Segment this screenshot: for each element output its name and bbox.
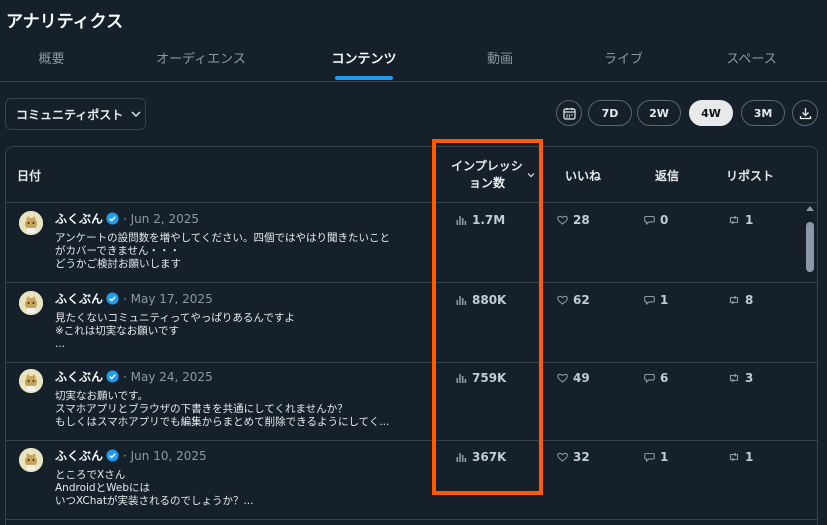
- post-date: · May 17, 2025: [123, 291, 213, 306]
- scrollbar[interactable]: [804, 204, 816, 525]
- reposts-cell: 3: [728, 371, 753, 385]
- tab-bar: 概要 オーディエンス コンテンツ 動画 ライブ スペース: [0, 42, 827, 82]
- post-text[interactable]: アンケートの設問数を増やしてください。四個ではやはり聞きたいこと がカバーできま…: [55, 232, 415, 271]
- repost-icon: [729, 373, 739, 383]
- column-reposts[interactable]: リポスト: [726, 147, 774, 203]
- table-row[interactable]: ふくぶん · May 24, 2025 切実なお願いです。 スマホアプリとブラウ…: [6, 362, 817, 441]
- repost-icon: [729, 295, 739, 305]
- reposts-cell: 1: [728, 213, 753, 227]
- download-button[interactable]: [792, 100, 818, 126]
- toolbar: コミュニティポスト 7D 2W 4W 3M: [0, 96, 827, 132]
- tab-spaces[interactable]: スペース: [676, 42, 827, 81]
- scroll-thumb[interactable]: [806, 222, 814, 272]
- post-author: ふくぶん · Jun 2, 2025: [55, 210, 199, 227]
- avatar-image: [19, 211, 43, 235]
- calendar-button[interactable]: [556, 100, 582, 126]
- replies-cell: 1: [644, 293, 668, 307]
- avatar[interactable]: [19, 291, 43, 315]
- range-3m-button[interactable]: 3M: [741, 100, 785, 126]
- likes-cell: 28: [557, 213, 590, 227]
- calendar-icon: [562, 107, 576, 120]
- avatar-image: [19, 291, 43, 315]
- column-date[interactable]: 日付: [17, 147, 41, 203]
- content-type-dropdown[interactable]: コミュニティポスト: [5, 98, 146, 130]
- reply-bubble-icon: [644, 452, 655, 462]
- scroll-up-arrow[interactable]: [806, 206, 814, 211]
- active-tab-indicator: [335, 76, 393, 80]
- heart-icon: [557, 295, 568, 305]
- reply-bubble-icon: [644, 373, 655, 383]
- post-text[interactable]: 見たくないコミュニティってやっぱりあるんですよ ※これは切実なお願いです ...: [55, 312, 415, 351]
- reposts-cell: 8: [728, 293, 753, 307]
- repost-icon: [729, 215, 739, 225]
- post-date: · Jun 2, 2025: [123, 211, 200, 226]
- replies-cell: 6: [644, 371, 668, 385]
- post-author: ふくぶん · Jun 10, 2025: [55, 447, 207, 464]
- column-replies[interactable]: 返信: [655, 147, 679, 203]
- tab-video[interactable]: 動画: [429, 42, 571, 81]
- reposts-cell: 1: [728, 450, 753, 464]
- dropdown-label: コミュニティポスト: [16, 107, 124, 122]
- author-name[interactable]: ふくぶん: [55, 368, 103, 385]
- download-icon: [799, 107, 811, 119]
- range-2w-button[interactable]: 2W: [637, 100, 681, 126]
- column-likes[interactable]: いいね: [565, 147, 601, 203]
- author-name[interactable]: ふくぶん: [55, 210, 103, 227]
- avatar[interactable]: [19, 448, 43, 472]
- post-author: ふくぶん · May 17, 2025: [55, 290, 213, 307]
- tab-live[interactable]: ライブ: [571, 42, 676, 81]
- table-row[interactable]: ふくぶん · May 17, 2025 見たくないコミュニティってやっぱりあるん…: [6, 284, 817, 363]
- likes-cell: 49: [557, 371, 590, 385]
- table-header: 日付 インプレッシ ョン数 いいね 返信 リポスト: [6, 147, 817, 203]
- verified-badge-icon: [106, 370, 119, 383]
- avatar-image: [19, 369, 43, 393]
- post-text[interactable]: 切実なお願いです。 スマホアプリとブラウザの下書きを共通にしてくれませんか？ も…: [55, 390, 415, 429]
- verified-badge-icon: [106, 212, 119, 225]
- replies-cell: 0: [644, 213, 668, 227]
- reply-bubble-icon: [644, 215, 655, 225]
- post-date: · May 24, 2025: [123, 369, 213, 384]
- tab-content[interactable]: コンテンツ: [299, 42, 429, 81]
- range-7d-button[interactable]: 7D: [588, 100, 632, 126]
- heart-icon: [557, 452, 568, 462]
- author-name[interactable]: ふくぶん: [55, 447, 103, 464]
- verified-badge-icon: [106, 292, 119, 305]
- table-row[interactable]: ふくぶん · Jun 10, 2025 ところでXさん AndroidとWebに…: [6, 441, 817, 520]
- heart-icon: [557, 215, 568, 225]
- post-author: ふくぶん · May 24, 2025: [55, 368, 213, 385]
- page-title: アナリティクス: [6, 12, 124, 32]
- likes-cell: 32: [557, 450, 590, 464]
- avatar[interactable]: [19, 211, 43, 235]
- post-date: · Jun 10, 2025: [123, 448, 207, 463]
- tab-overview[interactable]: 概要: [0, 42, 103, 81]
- avatar[interactable]: [19, 369, 43, 393]
- author-name[interactable]: ふくぶん: [55, 290, 103, 307]
- reply-bubble-icon: [644, 295, 655, 305]
- replies-cell: 1: [644, 450, 668, 464]
- content-table: 日付 インプレッシ ョン数 いいね 返信 リポスト ふくぶん · Jun 2, …: [5, 146, 818, 525]
- impressions-highlight-box: [432, 139, 543, 495]
- tab-audience[interactable]: オーディエンス: [103, 42, 299, 81]
- likes-cell: 62: [557, 293, 590, 307]
- table-row[interactable]: ふくぶん · Jun 2, 2025 アンケートの設問数を増やしてください。四個…: [6, 204, 817, 283]
- range-4w-button[interactable]: 4W: [689, 100, 733, 126]
- chevron-down-icon: [131, 111, 141, 117]
- post-text[interactable]: ところでXさん AndroidとWebには いつXChatが実装されるのでしょう…: [55, 469, 415, 508]
- heart-icon: [557, 373, 568, 383]
- repost-icon: [729, 452, 739, 462]
- avatar-image: [19, 448, 43, 472]
- verified-badge-icon: [106, 449, 119, 462]
